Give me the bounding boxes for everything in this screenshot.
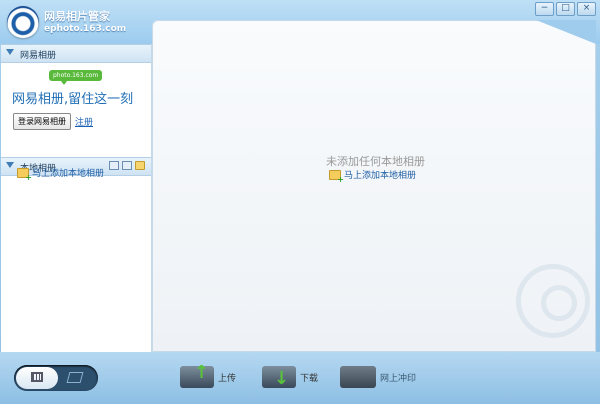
add-folder-icon[interactable]	[135, 161, 145, 170]
upload-button[interactable]: 上传	[180, 362, 237, 388]
window-controls: − □ ×	[535, 2, 596, 16]
login-button[interactable]: 登录网易相册	[13, 113, 71, 130]
netease-album-title: 网易相册	[20, 51, 57, 61]
collapse-triangle-icon[interactable]	[6, 49, 14, 55]
online-print-label: 网上冲印	[380, 373, 417, 384]
app-window: 网易相片管家 ephoto.163.com − □ × ◭ ⚙ ▾ 网易相册 p…	[0, 0, 600, 404]
bottom-bar: 上传 下载 网上冲印	[0, 352, 600, 404]
netease-album-panel: photo.163.com 网易相册,留住这一刻 登录网易相册 注册	[1, 63, 151, 157]
upload-label: 上传	[218, 373, 237, 384]
add-folder-icon	[17, 167, 32, 182]
thumbnail-view-icon[interactable]	[109, 161, 119, 170]
online-print-button[interactable]: 网上冲印	[340, 366, 416, 388]
netease-album-header[interactable]: 网易相册	[1, 44, 151, 63]
photo-site-bubble: photo.163.com	[49, 70, 103, 85]
register-link[interactable]: 注册	[75, 115, 93, 128]
app-title: 网易相片管家	[44, 10, 110, 23]
sidebar: 网易相册 photo.163.com 网易相册,留住这一刻 登录网易相册 注册 …	[1, 44, 152, 352]
download-icon	[262, 366, 296, 389]
download-label: 下载	[300, 373, 319, 384]
close-button[interactable]: ×	[577, 2, 596, 16]
logo-watermark-icon	[516, 264, 590, 338]
minimize-button[interactable]: −	[535, 2, 554, 16]
main-add-local-album-link[interactable]: 马上添加本地相册	[329, 168, 417, 184]
list-view-icon[interactable]	[122, 161, 132, 170]
maximize-button[interactable]: □	[556, 2, 575, 16]
view-toggle[interactable]	[14, 365, 98, 391]
grid-view-toggle[interactable]	[16, 367, 58, 389]
album-view-icon[interactable]	[66, 372, 84, 383]
upload-icon	[180, 362, 214, 388]
page-curl	[536, 20, 596, 44]
view-icons	[109, 161, 145, 170]
empty-message: 未添加任何本地相册	[326, 155, 425, 168]
grid-icon	[31, 372, 43, 382]
add-local-album-label: 马上添加本地相册	[32, 169, 105, 179]
slogan: 网易相册,留住这一刻	[12, 92, 134, 107]
add-folder-icon	[329, 169, 344, 184]
app-logo-icon	[7, 6, 39, 38]
main-panel: 未添加任何本地相册 马上添加本地相册	[152, 20, 596, 352]
collapse-triangle-icon[interactable]	[6, 162, 14, 168]
main-add-local-album-label: 马上添加本地相册	[344, 171, 417, 181]
printer-icon	[340, 366, 376, 388]
app-domain: ephoto.163.com	[44, 24, 127, 34]
add-local-album-link[interactable]: 马上添加本地相册	[17, 166, 105, 182]
download-button[interactable]: 下载	[262, 366, 319, 389]
